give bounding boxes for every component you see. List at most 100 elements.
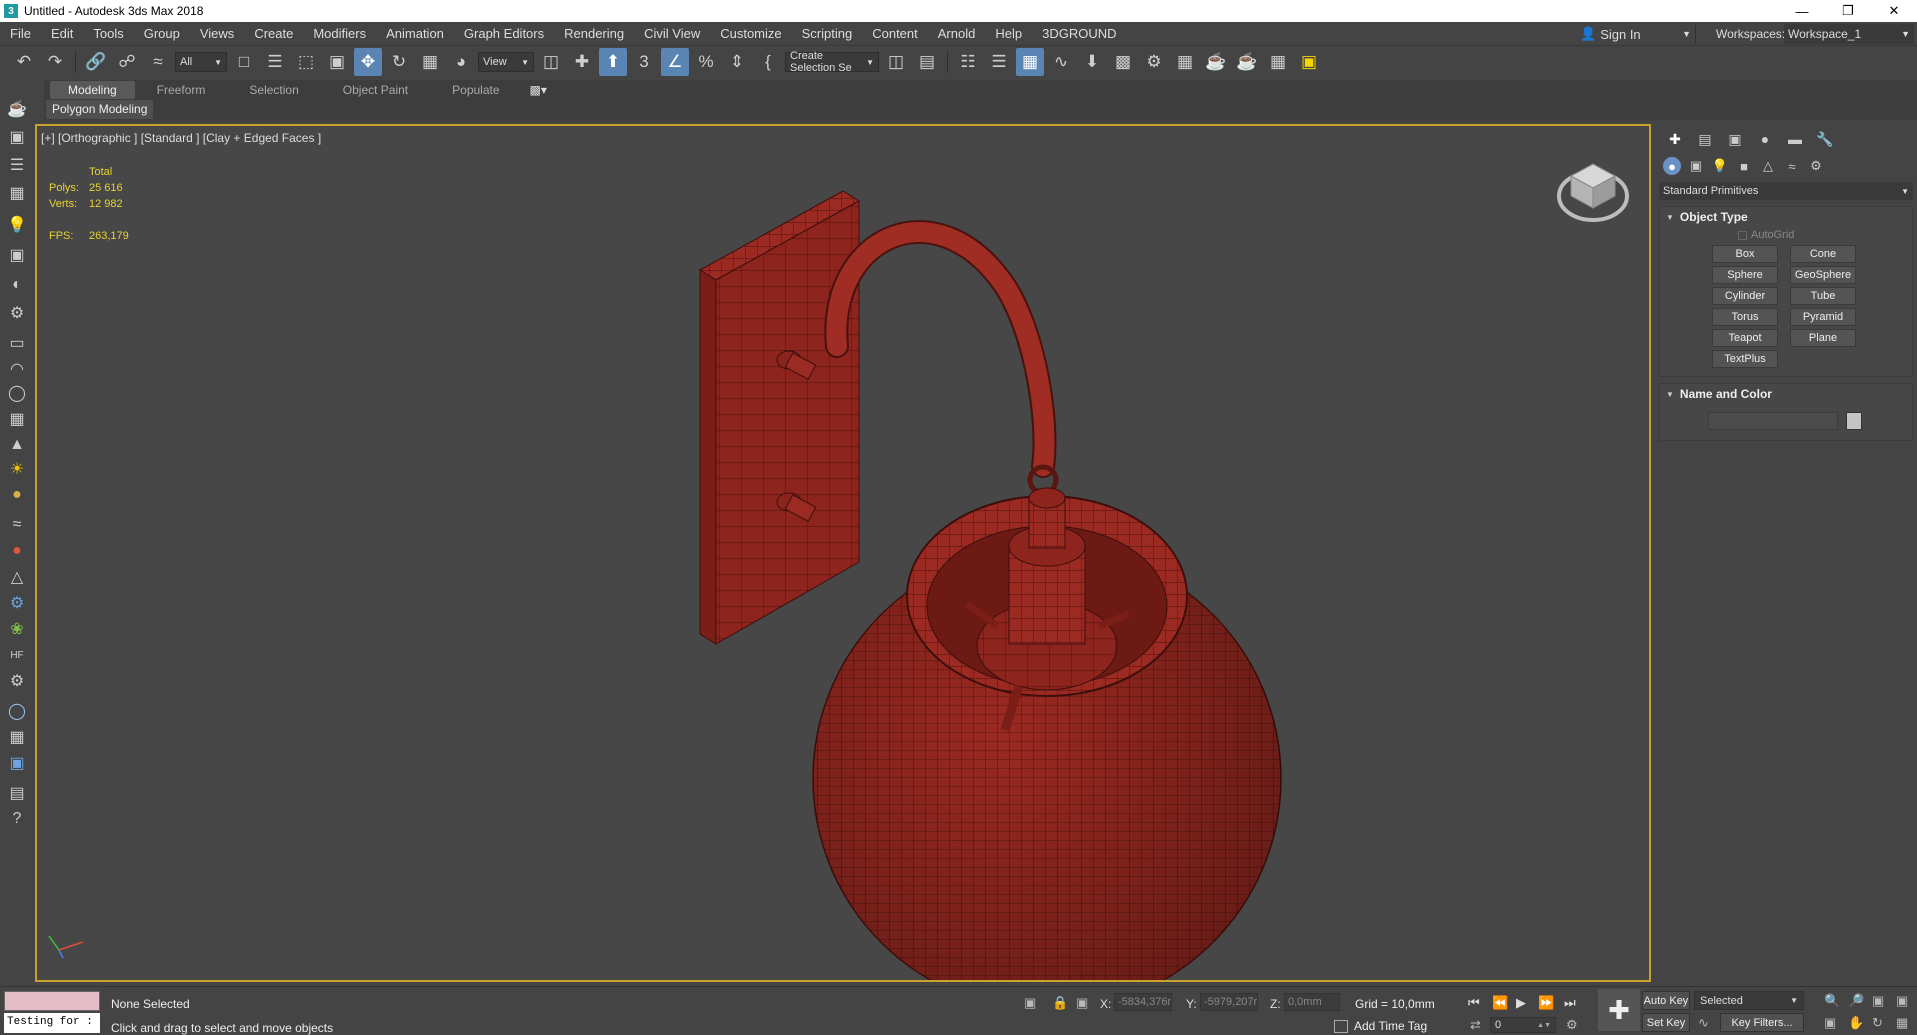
menu-customize[interactable]: Customize bbox=[710, 26, 791, 41]
grid-icon[interactable]: ▦ bbox=[5, 182, 29, 204]
motion-tab-icon[interactable]: ● bbox=[1753, 129, 1777, 149]
material-editor-icon[interactable]: ▩ bbox=[1109, 48, 1137, 76]
geosphere-button[interactable]: GeoSphere bbox=[1790, 266, 1856, 284]
link-icon[interactable]: 🔗 bbox=[82, 48, 110, 76]
rectangular-selection-icon[interactable]: ⬚ bbox=[292, 48, 320, 76]
sign-in-button[interactable]: 👤 Sign In ▼ bbox=[1580, 24, 1696, 44]
utility-icon[interactable]: ▤ bbox=[5, 782, 29, 804]
autogrid-checkbox[interactable]: AutoGrid bbox=[1738, 229, 1912, 241]
menu-3dground[interactable]: 3DGROUND bbox=[1032, 26, 1126, 41]
globe-icon[interactable]: ◯ bbox=[5, 700, 29, 722]
time-configuration-icon[interactable]: ⚙ bbox=[1566, 1017, 1578, 1033]
bind-space-warp-icon[interactable]: ≈ bbox=[144, 48, 172, 76]
script-icon[interactable]: ▣ bbox=[5, 752, 29, 774]
space-warps-icon[interactable]: ≈ bbox=[1783, 157, 1801, 175]
render-setup-icon[interactable]: ⚙ bbox=[1140, 48, 1168, 76]
zoom-all-icon[interactable]: 🔎 bbox=[1848, 993, 1864, 1009]
arnold-icon[interactable]: ▦ bbox=[1264, 48, 1292, 76]
menu-scripting[interactable]: Scripting bbox=[792, 26, 863, 41]
menu-tools[interactable]: Tools bbox=[83, 26, 133, 41]
create-tab-plus-icon[interactable]: ✚ bbox=[1663, 129, 1687, 149]
x-coord-field[interactable]: -5834,376r bbox=[1114, 993, 1172, 1011]
utilities-tab-wrench-icon[interactable]: 🔧 bbox=[1813, 129, 1837, 149]
wave-icon[interactable]: ≈ bbox=[5, 514, 29, 536]
viewport-scene[interactable] bbox=[37, 126, 1649, 980]
key-filters-button[interactable]: Key Filters... bbox=[1720, 1013, 1804, 1032]
toggle-ribbon-icon[interactable]: ▦ bbox=[1016, 48, 1044, 76]
scene-explorer-icon[interactable]: ☷ bbox=[954, 48, 982, 76]
name-and-color-header[interactable]: ▼ Name and Color bbox=[1660, 384, 1912, 404]
minimize-button[interactable]: — bbox=[1779, 0, 1825, 22]
snaps-toggle-icon[interactable]: 3 bbox=[630, 48, 658, 76]
menu-group[interactable]: Group bbox=[134, 26, 190, 41]
pan-view-hand-icon[interactable]: ✋ bbox=[1848, 1015, 1864, 1031]
plane-button[interactable]: Plane bbox=[1790, 329, 1856, 347]
molecule-icon[interactable]: ● bbox=[5, 540, 29, 562]
render-icon[interactable]: ▣ bbox=[5, 126, 29, 148]
ribbon-tab-modeling[interactable]: Modeling bbox=[50, 81, 135, 99]
mirror-icon[interactable]: ◫ bbox=[882, 48, 910, 76]
viewcube-icon[interactable] bbox=[1555, 156, 1631, 226]
previous-frame-icon[interactable]: ⏪ bbox=[1492, 995, 1508, 1011]
cone-icon[interactable]: ▲ bbox=[5, 434, 29, 456]
torus-button[interactable]: Torus bbox=[1712, 308, 1778, 326]
unlink-icon[interactable]: ☍ bbox=[113, 48, 141, 76]
hierarchy-tab-icon[interactable]: ▣ bbox=[1723, 129, 1747, 149]
current-frame-field[interactable]: 0 ▲▼ bbox=[1490, 1017, 1556, 1033]
perspective-viewport[interactable]: [+] [Orthographic ] [Standard ] [Clay + … bbox=[35, 124, 1651, 982]
z-coord-field[interactable]: 0,0mm bbox=[1284, 993, 1340, 1011]
align-icon[interactable]: ▤ bbox=[913, 48, 941, 76]
ribbon-tab-object-paint[interactable]: Object Paint bbox=[321, 81, 430, 99]
select-and-rotate-icon[interactable]: ↻ bbox=[385, 48, 413, 76]
object-color-swatch[interactable] bbox=[1846, 412, 1862, 430]
mesh-icon[interactable]: ▦ bbox=[5, 408, 29, 430]
workspace-dropdown[interactable]: Workspace_1 ▼ bbox=[1784, 24, 1914, 44]
zoom-extents-all-icon[interactable]: ▣ bbox=[1896, 993, 1908, 1009]
light-bulb-icon[interactable]: 💡 bbox=[5, 214, 29, 236]
menu-civil-view[interactable]: Civil View bbox=[634, 26, 710, 41]
key-mode-toggle-icon[interactable]: ⇄ bbox=[1470, 1017, 1481, 1033]
percent-snap-icon[interactable]: % bbox=[692, 48, 720, 76]
cylinder-button[interactable]: Cylinder bbox=[1712, 287, 1778, 305]
select-by-name-icon[interactable]: ☰ bbox=[261, 48, 289, 76]
reference-coordinate-dropdown[interactable]: View ▼ bbox=[478, 52, 534, 72]
play-icon[interactable]: ▶ bbox=[1516, 995, 1526, 1011]
ball-icon[interactable]: ● bbox=[5, 484, 29, 506]
zoom-icon[interactable]: 🔍 bbox=[1824, 993, 1840, 1009]
viewport-label[interactable]: [+] [Orthographic ] [Standard ] [Clay + … bbox=[41, 131, 321, 145]
field-of-view-icon[interactable]: ▣ bbox=[1824, 1015, 1836, 1031]
camera-icon[interactable]: ▣ bbox=[5, 244, 29, 266]
helpers-icon[interactable]: △ bbox=[1759, 157, 1777, 175]
sun-icon[interactable]: ☀ bbox=[5, 458, 29, 480]
schematic-view-icon[interactable]: ⬇ bbox=[1078, 48, 1106, 76]
select-manipulate-icon[interactable]: ✚ bbox=[568, 48, 596, 76]
menu-graph-editors[interactable]: Graph Editors bbox=[454, 26, 554, 41]
particles-icon[interactable]: ⚙ bbox=[5, 302, 29, 324]
pyramid-button[interactable]: Pyramid bbox=[1790, 308, 1856, 326]
curve-editor-icon[interactable]: ∿ bbox=[1047, 48, 1075, 76]
cloth-icon[interactable]: ⚙ bbox=[5, 670, 29, 692]
tools-icon[interactable]: ▦ bbox=[5, 726, 29, 748]
ribbon-tab-populate[interactable]: Populate bbox=[430, 81, 521, 99]
list-icon[interactable]: ☰ bbox=[5, 154, 29, 176]
help-icon[interactable]: ? bbox=[5, 808, 29, 830]
maxscript-listener-output[interactable] bbox=[4, 991, 100, 1011]
selection-filter-dropdown[interactable]: All ▼ bbox=[175, 52, 227, 72]
select-and-scale-icon[interactable]: ▦ bbox=[416, 48, 444, 76]
menu-edit[interactable]: Edit bbox=[41, 26, 83, 41]
hair-fur-icon[interactable]: HF bbox=[5, 644, 29, 666]
zoom-extents-icon[interactable]: ▣ bbox=[1872, 993, 1884, 1009]
display-tab-icon[interactable]: ▬ bbox=[1783, 129, 1807, 149]
isolate-selection-icon[interactable]: ▣ bbox=[1024, 995, 1036, 1011]
menu-rendering[interactable]: Rendering bbox=[554, 26, 634, 41]
modify-tab-icon[interactable]: ▤ bbox=[1693, 129, 1717, 149]
auto-key-button[interactable]: Auto Key bbox=[1642, 991, 1690, 1010]
pyramid-icon[interactable]: △ bbox=[5, 566, 29, 588]
systems-icon[interactable]: ⚙ bbox=[1807, 157, 1825, 175]
helper-icon[interactable]: ◐ bbox=[5, 274, 29, 296]
ribbon-tab-selection[interactable]: Selection bbox=[227, 81, 320, 99]
menu-modifiers[interactable]: Modifiers bbox=[303, 26, 376, 41]
teapot-button[interactable]: Teapot bbox=[1712, 329, 1778, 347]
undo-icon[interactable]: ↶ bbox=[10, 48, 38, 76]
keyboard-shortcut-override-icon[interactable]: ⬆ bbox=[599, 48, 627, 76]
